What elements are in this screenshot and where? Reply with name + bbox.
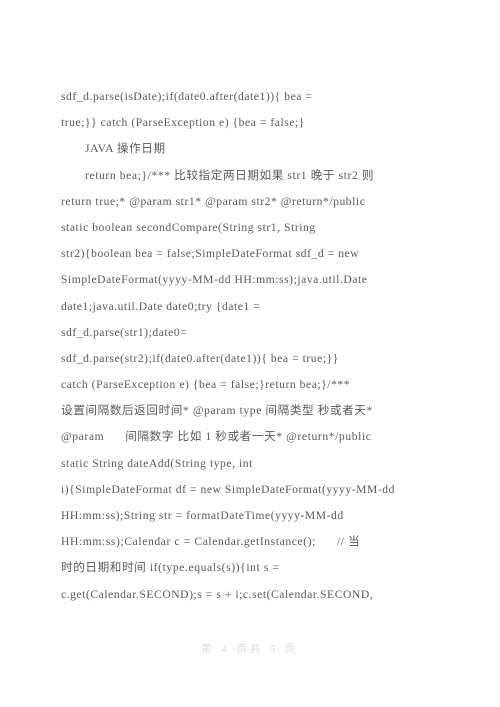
body-line: date1;java.util.Date date0;try {date1 = — [61, 299, 261, 313]
document-body: sdf_d.parse(isDate);if(date0.after(date1… — [61, 84, 441, 608]
body-line: i){SimpleDateFormat df = new SimpleDateF… — [61, 482, 395, 496]
body-line: JAVA 操作日期 — [85, 142, 166, 156]
document-page: sdf_d.parse(isDate);if(date0.after(date1… — [0, 0, 500, 707]
page-footer: 第 4 页共 5 页 — [201, 644, 299, 655]
body-line: HH:mm:ss);String str = formatDateTime(yy… — [61, 509, 344, 522]
body-line: catch (ParseException e) {bea = false;}r… — [61, 378, 351, 392]
body-line: c.get(Calendar.SECOND);s = s + i;c.set(C… — [61, 587, 374, 601]
body-line: sdf_d.parse(str1);date0= — [61, 325, 188, 339]
body-line: SimpleDateFormat(yyyy-MM-dd HH:mm:ss);ja… — [61, 273, 368, 287]
body-line: return bea;}/*** 比较指定两日期如果 str1 晚于 str2 … — [85, 168, 375, 182]
body-line: 时的日期和时间 if(type.equals(s)){int s = — [61, 561, 280, 575]
body-line: sdf_d.parse(isDate);if(date0.after(date1… — [61, 90, 313, 103]
body-line: static String dateAdd(String type, int — [61, 456, 253, 470]
body-line: @param 间隔数字 比如 1 秒或者一天* @return*/public — [61, 430, 372, 444]
body-line: 设置间隔数后返回时间* @param type 间隔类型 秒或者天* — [61, 404, 373, 418]
body-line: str2){boolean bea = false;SimpleDateForm… — [61, 247, 360, 261]
body-line: static boolean secondCompare(String str1… — [61, 220, 316, 234]
body-line: HH:mm:ss);Calendar c = Calendar.getInsta… — [61, 535, 361, 549]
body-line: return true;* @param str1* @param str2* … — [61, 194, 366, 208]
body-line: true;}} catch (ParseException e) {bea = … — [61, 116, 305, 130]
body-line: sdf_d.parse(str2);if(date0.after(date1))… — [61, 351, 339, 365]
